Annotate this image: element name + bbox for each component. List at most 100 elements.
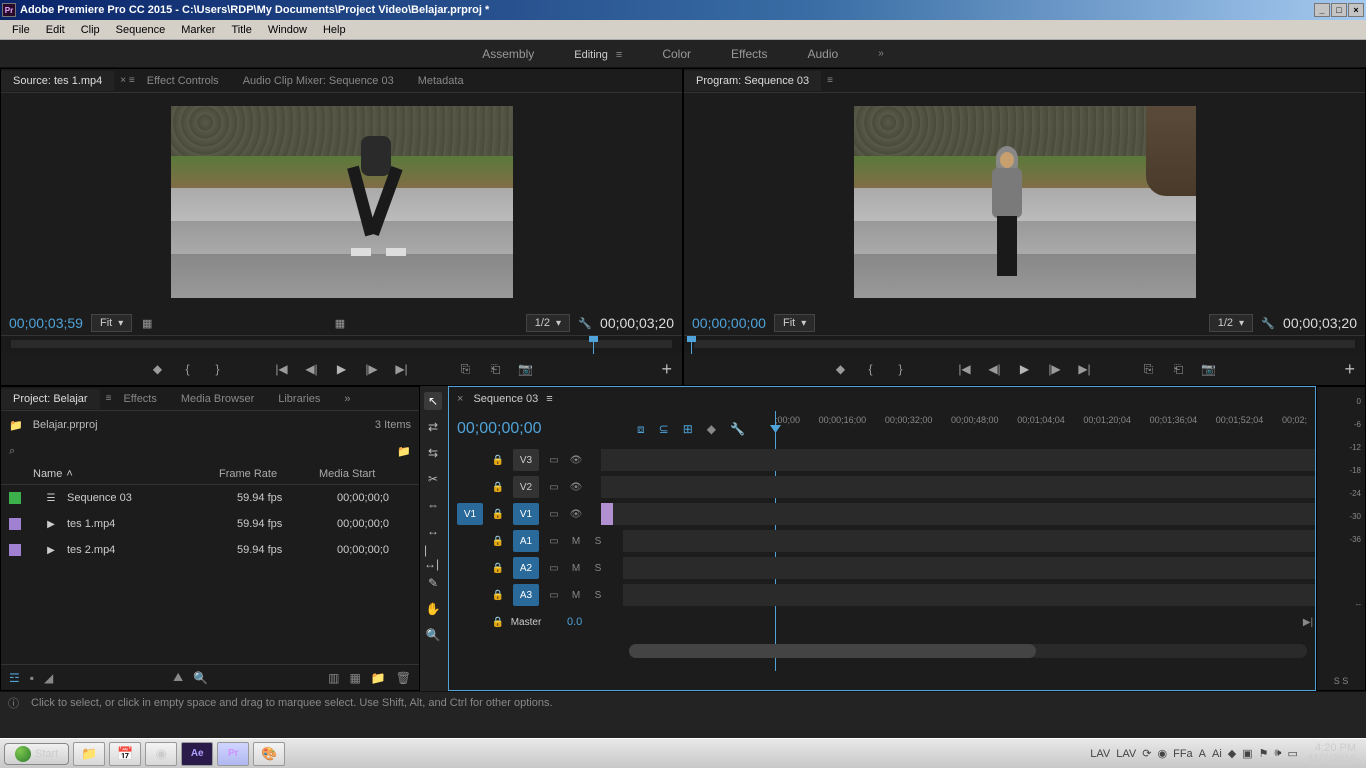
insert-button[interactable]: ⎘: [458, 361, 474, 377]
tray-icon[interactable]: A: [1199, 748, 1206, 760]
track-lane[interactable]: [601, 476, 1315, 498]
mark-out-button[interactable]: }: [893, 361, 909, 377]
add-marker-button[interactable]: ◆: [150, 361, 166, 377]
workspace-editing[interactable]: Editing≡: [574, 47, 622, 61]
tab-effects[interactable]: Effects: [111, 389, 168, 409]
mute-icon[interactable]: M: [569, 536, 583, 547]
program-playhead[interactable]: [691, 336, 692, 354]
safe-margins-icon[interactable]: ▦: [140, 316, 154, 330]
export-frame-button[interactable]: 📷: [1201, 361, 1217, 377]
toggle-output-icon[interactable]: ▭: [547, 455, 561, 466]
toggle-output-icon[interactable]: ▭: [547, 590, 561, 601]
toggle-output-icon[interactable]: ▭: [547, 482, 561, 493]
wrench-icon[interactable]: 🔧: [1261, 316, 1275, 330]
ripple-tool[interactable]: ⇆: [424, 444, 442, 462]
taskbar-paint-icon[interactable]: 🎨: [253, 742, 285, 766]
mark-in-button[interactable]: {: [863, 361, 879, 377]
timeline-scrollbar[interactable]: [629, 644, 1307, 658]
system-clock[interactable]: 4:20 PM 11/7/2016: [1302, 743, 1362, 765]
toggle-eye-icon[interactable]: 👁: [569, 455, 583, 466]
toggle-eye-icon[interactable]: 👁: [569, 482, 583, 493]
workspace-effects[interactable]: Effects: [731, 47, 767, 61]
audio-track[interactable]: 🔒 A3 ▭ M S: [457, 582, 1315, 608]
solo-icon[interactable]: S: [591, 536, 605, 547]
label-color-chip[interactable]: [9, 492, 21, 504]
menu-clip[interactable]: Clip: [73, 22, 108, 38]
tab-source[interactable]: Source: tes 1.mp4: [1, 71, 114, 91]
video-track[interactable]: V1 🔒 V1 ▭ 👁: [457, 501, 1315, 527]
step-fwd-button[interactable]: |▶: [364, 361, 380, 377]
tray-icon[interactable]: FFa: [1173, 748, 1193, 760]
tab-libraries[interactable]: Libraries: [266, 389, 332, 409]
source-preview[interactable]: [1, 93, 682, 311]
project-row[interactable]: ☰ Sequence 03 59.94 fps 00;00;00;0: [1, 485, 419, 511]
lock-icon[interactable]: 🔒: [491, 509, 505, 520]
goto-out-button[interactable]: ▶|: [394, 361, 410, 377]
lock-icon[interactable]: 🔒: [491, 455, 505, 466]
goto-in-button[interactable]: |◀: [957, 361, 973, 377]
source-patch[interactable]: V1: [457, 503, 483, 525]
track-lane[interactable]: [623, 530, 1315, 552]
program-ruler[interactable]: [684, 335, 1365, 353]
program-zoom-select[interactable]: Fit ▾: [774, 314, 815, 332]
lock-icon[interactable]: 🔒: [491, 563, 505, 574]
toggle-output-icon[interactable]: ▭: [547, 563, 561, 574]
tab-metadata[interactable]: Metadata: [406, 71, 476, 91]
timeline-ruler[interactable]: ;00;0000;00;16;0000;00;32;0000;00;48;000…: [775, 411, 1307, 447]
source-patch[interactable]: [457, 584, 483, 606]
tab-overflow-icon[interactable]: »: [332, 389, 362, 409]
workspace-overflow-icon[interactable]: »: [878, 48, 884, 59]
step-fwd-button[interactable]: |▶: [1047, 361, 1063, 377]
slip-tool[interactable]: ⇔: [424, 496, 442, 514]
settings-icon[interactable]: 🔧: [730, 422, 745, 437]
project-row[interactable]: ▶ tes 1.mp4 59.94 fps 00;00;00;0: [1, 511, 419, 537]
tab-effect-controls[interactable]: Effect Controls: [135, 71, 231, 91]
sequence-tab[interactable]: Sequence 03: [473, 393, 538, 405]
new-item-button[interactable]: ▦: [349, 671, 360, 685]
master-track[interactable]: 🔒 Master 0.0 ▶|: [457, 609, 1315, 635]
track-target[interactable]: V1: [513, 503, 539, 525]
track-target[interactable]: V2: [513, 476, 539, 498]
video-track[interactable]: 🔒 V2 ▭ 👁: [457, 474, 1315, 500]
automate-icon[interactable]: ⛰: [173, 670, 183, 685]
mark-out-button[interactable]: }: [210, 361, 226, 377]
taskbar-aftereffects-icon[interactable]: Ae: [181, 742, 213, 766]
tray-icon[interactable]: ▣: [1242, 747, 1252, 760]
window-titlebar[interactable]: Pr Adobe Premiere Pro CC 2015 - C:\Users…: [0, 0, 1366, 20]
step-back-button[interactable]: ◀|: [987, 361, 1003, 377]
icon-view-icon[interactable]: ▪: [30, 671, 34, 685]
slide-tool[interactable]: ↔: [424, 522, 442, 540]
expand-icon[interactable]: ▶|: [1301, 617, 1315, 628]
delete-button[interactable]: 🗑: [396, 671, 411, 685]
search-icon[interactable]: ⌕: [9, 445, 15, 458]
button-editor-icon[interactable]: +: [1344, 359, 1355, 380]
label-color-chip[interactable]: [9, 544, 21, 556]
workspace-assembly[interactable]: Assembly: [482, 47, 534, 61]
marker-icon[interactable]: ◆: [707, 422, 716, 437]
timeline-timecode[interactable]: 00;00;00;00: [457, 420, 637, 438]
new-folder-button[interactable]: 📁: [371, 671, 386, 685]
new-bin-button[interactable]: ▥: [328, 671, 339, 685]
lock-icon[interactable]: 🔒: [491, 617, 505, 628]
new-bin-icon[interactable]: 📁: [397, 445, 411, 458]
tray-icon[interactable]: LAV: [1116, 748, 1136, 760]
tab-menu-icon[interactable]: ≡: [546, 393, 552, 405]
source-patch[interactable]: [457, 530, 483, 552]
audio-track[interactable]: 🔒 A2 ▭ M S: [457, 555, 1315, 581]
mark-in-button[interactable]: {: [180, 361, 196, 377]
lift-button[interactable]: ⎘: [1141, 361, 1157, 377]
wrench-icon[interactable]: 🔧: [578, 316, 592, 330]
track-select-tool[interactable]: ⇄: [424, 418, 442, 436]
rate-stretch-tool[interactable]: |↔|: [424, 548, 442, 566]
menu-edit[interactable]: Edit: [38, 22, 73, 38]
track-lane[interactable]: [623, 584, 1315, 606]
close-button[interactable]: ×: [1348, 3, 1364, 17]
step-back-button[interactable]: ◀|: [304, 361, 320, 377]
tray-icon[interactable]: ⟳: [1142, 747, 1151, 760]
menu-help[interactable]: Help: [315, 22, 354, 38]
add-marker-icon[interactable]: ⊞: [683, 422, 693, 437]
linked-selection-icon[interactable]: ⊆: [659, 422, 669, 437]
tab-project[interactable]: Project: Belajar: [1, 389, 100, 409]
project-row[interactable]: ▶ tes 2.mp4 59.94 fps 00;00;00;0: [1, 537, 419, 563]
menu-title[interactable]: Title: [223, 22, 259, 38]
